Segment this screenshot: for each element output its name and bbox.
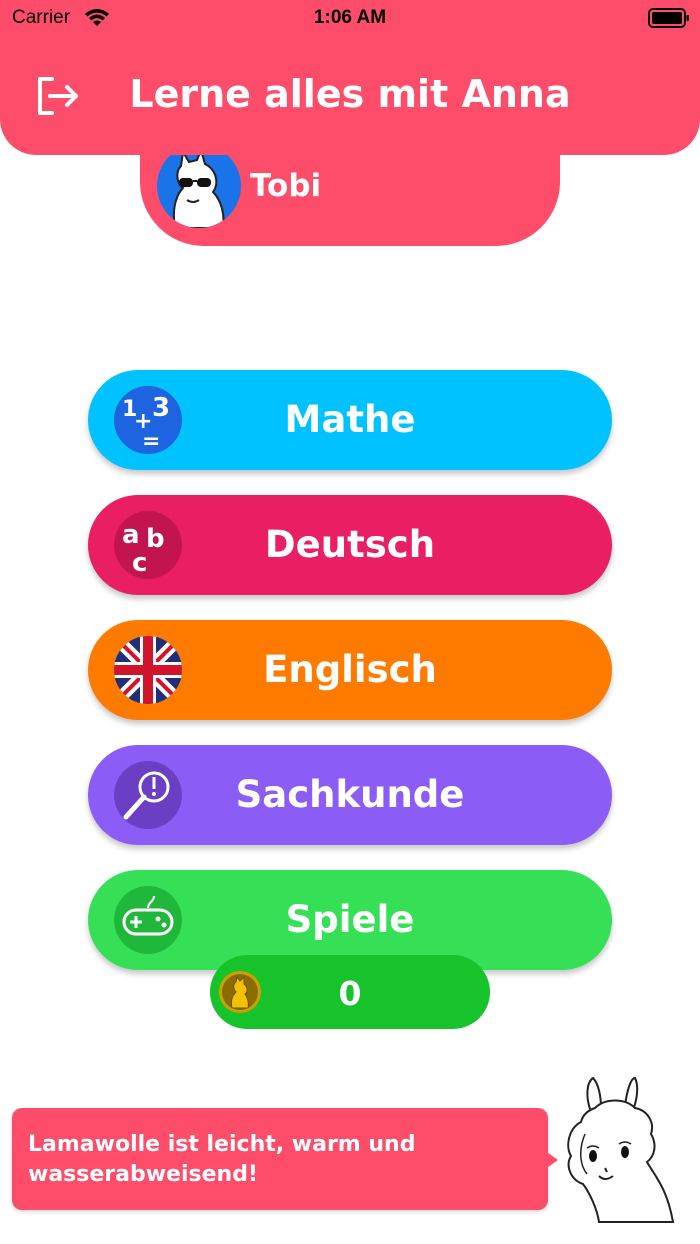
tip-bubble: Lamawolle ist leicht, warm und wasserabw… — [12, 1108, 548, 1210]
tip-text: Lamawolle ist leicht, warm und wasserabw… — [28, 1132, 416, 1187]
user-name: Tobi — [250, 168, 322, 204]
llama-mascot-icon — [567, 1076, 675, 1223]
page-title: Lerne alles mit Anna — [129, 72, 571, 116]
subject-button-deutsch[interactable]: a b c Deutsch — [88, 495, 612, 595]
subject-label: Spiele — [285, 898, 415, 941]
status-bar: Carrier 1:06 AM — [0, 0, 700, 36]
subject-label: Mathe — [284, 398, 416, 441]
subject-label: Sachkunde — [235, 773, 465, 816]
subject-label: Englisch — [263, 648, 437, 691]
llama-avatar-icon — [157, 144, 241, 228]
clock: 1:06 AM — [313, 7, 387, 28]
battery-icon — [648, 8, 689, 28]
subject-button-mathe[interactable]: 1 + 3 = Mathe — [88, 370, 612, 470]
coin-counter: 0 — [210, 955, 490, 1029]
subject-button-englisch[interactable]: Englisch — [88, 620, 612, 720]
coin-count: 0 — [338, 974, 362, 1013]
subject-button-sachkunde[interactable]: Sachkunde — [88, 745, 612, 845]
subject-label: Deutsch — [264, 523, 436, 566]
